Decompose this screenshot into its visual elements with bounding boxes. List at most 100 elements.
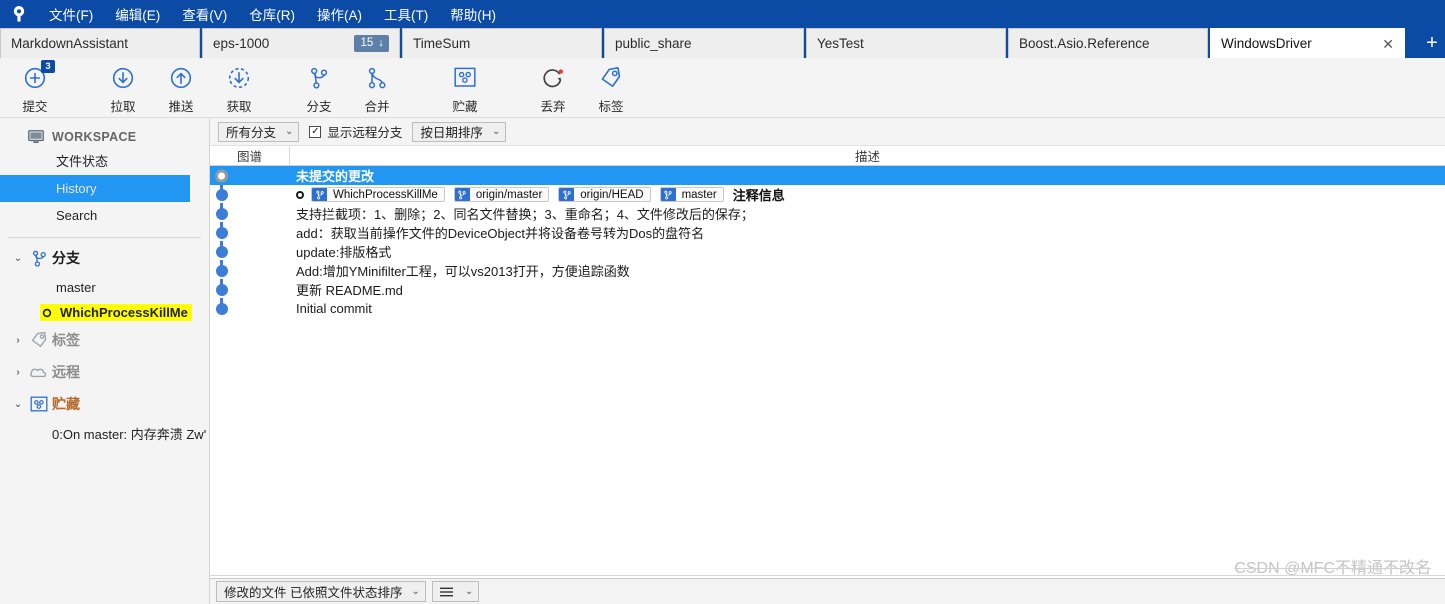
toolbar-button-commit-plus[interactable]: 3 提交 xyxy=(6,60,64,115)
view-mode-menu[interactable]: ⌄ xyxy=(431,581,480,602)
graph-node-uncommitted-icon xyxy=(215,169,228,182)
tab-strip: MarkdownAssistant eps-1000 15 ↓ TimeSum publi… xyxy=(0,28,1445,58)
toolbar-button-stash-box[interactable]: 贮藏 xyxy=(436,62,494,115)
sort-order-select[interactable]: 按日期排序 ⌄ xyxy=(412,121,507,142)
menu-tools[interactable]: 工具(T) xyxy=(373,0,439,28)
sidebar: WORKSPACE 文件状态 History Search ⌄ 分支 maste… xyxy=(0,118,210,604)
chevron-down-icon[interactable]: ⌄ xyxy=(10,399,26,410)
branch-chip-icon xyxy=(454,188,470,201)
ref-chip[interactable]: origin/HEAD xyxy=(558,187,651,202)
arrow-down-icon: ↓ xyxy=(378,37,384,50)
file-sort-select[interactable]: 修改的文件 已依照文件状态排序 ⌄ xyxy=(216,581,426,602)
graph-node-commit-icon xyxy=(215,283,228,296)
commit-row[interactable]: add：获取当前操作文件的DeviceObject并将设备卷号转为Dos的盘符名 xyxy=(210,223,1445,242)
commit-description-cell: Add:增加YMinifilter工程，可以vs2013打开，方便追踪函数 xyxy=(290,261,1445,280)
toolbar-button-tag[interactable]: 标签 xyxy=(582,62,640,115)
menu-repository[interactable]: 仓库(R) xyxy=(238,0,306,28)
sidebar-item-file-status[interactable]: 文件状态 xyxy=(0,148,209,175)
commit-description-cell: add：获取当前操作文件的DeviceObject并将设备卷号转为Dos的盘符名 xyxy=(290,223,1445,242)
commit-row[interactable]: 更新 README.md xyxy=(210,280,1445,299)
toolbar-button-push-up-arrow[interactable]: 推送 xyxy=(152,62,210,115)
commit-list[interactable]: 未提交的更改 WhichProcessKillMe origin/master ori… xyxy=(210,166,1445,575)
sidebar-branch-current[interactable]: WhichProcessKillMe xyxy=(0,301,209,324)
chevron-down-icon: ⌄ xyxy=(491,126,501,137)
tab-yestest[interactable]: YesTest xyxy=(806,28,1006,58)
tab-markdownassistant[interactable]: MarkdownAssistant xyxy=(0,28,200,58)
column-header-graph[interactable]: 图谱 xyxy=(210,146,290,165)
sort-order-value: 按日期排序 xyxy=(420,126,483,140)
graph-node-commit-icon xyxy=(215,245,228,258)
tab-eps-1000[interactable]: eps-1000 15 ↓ xyxy=(202,28,400,58)
commit-row[interactable]: update:排版格式 xyxy=(210,242,1445,261)
sidebar-stash-item[interactable]: 0:On master: 内存奔溃 Zw' xyxy=(0,420,209,447)
sidebar-item-search[interactable]: Search xyxy=(0,202,209,229)
monitor-icon xyxy=(28,130,44,144)
ref-chip[interactable]: WhichProcessKillMe xyxy=(311,187,445,202)
menu-file[interactable]: 文件(F) xyxy=(38,0,104,28)
commit-graph-cell xyxy=(210,204,290,223)
branch-chip-icon xyxy=(559,188,575,201)
new-tab-button[interactable]: + xyxy=(1419,28,1445,58)
bottom-toolbar: 修改的文件 已依照文件状态排序 ⌄ ⌄ xyxy=(210,578,1445,604)
commit-row[interactable]: 未提交的更改 xyxy=(210,166,1445,185)
file-sort-value: 修改的文件 已依照文件状态排序 xyxy=(224,586,403,600)
tab-label: WindowsDriver xyxy=(1221,36,1312,51)
commit-graph-cell xyxy=(210,166,290,185)
chevron-down-icon[interactable]: ⌄ xyxy=(10,253,26,264)
commit-description-cell: Initial commit xyxy=(290,301,1445,316)
close-icon[interactable]: ✕ xyxy=(1382,37,1394,51)
commit-message: 注释信息 xyxy=(732,188,785,203)
commit-graph-cell xyxy=(210,280,290,299)
toolbar-button-merge[interactable]: 合并 xyxy=(348,62,406,115)
menu-help[interactable]: 帮助(H) xyxy=(439,0,507,28)
sidebar-item-history[interactable]: History xyxy=(0,175,190,202)
tab-windowsdriver[interactable]: WindowsDriver ✕ xyxy=(1210,28,1405,58)
commit-row[interactable]: WhichProcessKillMe origin/master origin/HE… xyxy=(210,185,1445,204)
app-window: 文件(F) 编辑(E) 查看(V) 仓库(R) 操作(A) 工具(T) 帮助(H) Mark… xyxy=(0,0,1445,604)
tab-public-share[interactable]: public_share xyxy=(604,28,804,58)
tab-label: eps-1000 xyxy=(213,36,270,51)
sidebar-group-stashes[interactable]: ⌄ 贮藏 xyxy=(0,388,209,420)
menu-view[interactable]: 查看(V) xyxy=(171,0,238,28)
commit-row[interactable]: 支持拦截项：1、删除；2、同名文件替换；3、重命名；4、文件修改后的保存； xyxy=(210,204,1445,223)
sidebar-group-branches[interactable]: ⌄ 分支 xyxy=(0,242,209,274)
tab-boost-asio-reference[interactable]: Boost.Asio.Reference xyxy=(1008,28,1208,58)
toolbar-pending-count-badge: 3 xyxy=(41,60,55,73)
toolbar-button-label: 丢弃 xyxy=(540,100,566,114)
show-remote-branches-checkbox[interactable]: ✓ 显示远程分支 xyxy=(309,122,402,141)
tab-label: MarkdownAssistant xyxy=(11,36,129,51)
commit-description-cell: 支持拦截项：1、删除；2、同名文件替换；3、重命名；4、文件修改后的保存； xyxy=(290,204,1445,223)
sidebar-workspace-items: 文件状态 History Search xyxy=(0,148,209,229)
menu-edit[interactable]: 编辑(E) xyxy=(104,0,171,28)
sidebar-group-tags[interactable]: › 标签 xyxy=(0,324,209,356)
chevron-right-icon[interactable]: › xyxy=(10,335,26,346)
ref-chip[interactable]: origin/master xyxy=(453,187,550,202)
sidebar-group-remotes[interactable]: › 远程 xyxy=(0,356,209,388)
hamburger-icon xyxy=(439,587,453,597)
branch-icon xyxy=(26,250,52,267)
toolbar-button-label: 分支 xyxy=(306,100,332,114)
graph-node-commit-icon xyxy=(215,188,228,201)
graph-node-commit-icon xyxy=(215,207,228,220)
column-header-description[interactable]: 描述 xyxy=(290,146,1445,165)
toolbar-button-fetch-dashed-down-arrow[interactable]: 获取 xyxy=(210,62,268,115)
commit-row[interactable]: Add:增加YMinifilter工程，可以vs2013打开，方便追踪函数 xyxy=(210,261,1445,280)
commit-message: 未提交的更改 xyxy=(296,169,375,184)
toolbar-button-pull-down-arrow[interactable]: 拉取 xyxy=(94,62,152,115)
branch-filter-select[interactable]: 所有分支 ⌄ xyxy=(218,121,300,142)
chevron-right-icon[interactable]: › xyxy=(10,367,26,378)
commit-description-cell: WhichProcessKillMe origin/master origin/HE… xyxy=(290,185,1445,204)
menu-actions[interactable]: 操作(A) xyxy=(306,0,373,28)
branch-chip-icon xyxy=(312,188,327,201)
branch-chip-icon xyxy=(660,188,676,201)
commit-graph-cell xyxy=(210,261,290,280)
graph-node-commit-icon xyxy=(215,226,228,239)
chevron-down-icon: ⌄ xyxy=(411,586,420,597)
commit-row[interactable]: Initial commit xyxy=(210,299,1445,318)
sidebar-branch-master[interactable]: master xyxy=(0,274,209,301)
toolbar-button-label: 贮藏 xyxy=(452,100,478,114)
ref-chip[interactable]: master xyxy=(659,187,724,202)
toolbar-button-discard-refresh[interactable]: 丢弃 xyxy=(524,62,582,115)
toolbar-button-branch[interactable]: 分支 xyxy=(290,62,348,115)
tab-timesum[interactable]: TimeSum xyxy=(402,28,602,58)
